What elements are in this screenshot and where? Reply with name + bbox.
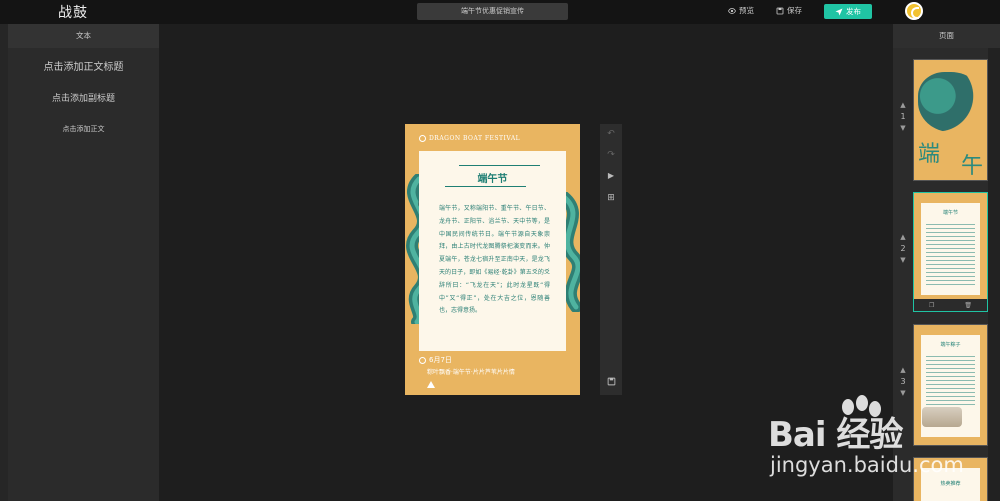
poster-subline[interactable]: 粽叶飘香·端午节·片片芦苇片片情	[427, 367, 515, 376]
dragon-illustration	[918, 72, 984, 132]
poster-header[interactable]: DRAGON BOAT FESTIVAL	[419, 135, 520, 142]
add-subtitle-text-button[interactable]: 点击添加副标题	[8, 91, 159, 104]
ring-icon	[419, 135, 426, 142]
save-page-icon[interactable]	[600, 377, 622, 388]
thumb-big-char-1: 端	[918, 142, 941, 167]
title-rule-top	[459, 165, 540, 166]
move-down-icon[interactable]: ▼	[896, 253, 910, 267]
editor-app: 战鼓 端午节优惠促销宣传 预览 保存 发布 文本 点击添加正文标题 点击添加副标…	[0, 0, 1000, 501]
add-title-text-button[interactable]: 点击添加正文标题	[8, 58, 159, 73]
page-2-controls: ▲ 2 ▼	[896, 230, 910, 267]
ring-icon	[419, 356, 426, 364]
document-title-input[interactable]: 端午节优惠促销宣传	[417, 3, 568, 20]
page-thumbnail-1[interactable]: 端 午	[913, 59, 988, 181]
thumb-title: 端午节	[942, 210, 958, 216]
publish-label: 发布	[846, 7, 861, 16]
page-number: 2	[900, 244, 906, 253]
thumb-text-lines	[926, 221, 975, 287]
thumb-title: 端午粽子	[940, 342, 961, 348]
move-up-icon[interactable]: ▲	[896, 98, 910, 112]
poster-text-card[interactable]: 端午节 端午节，又称端阳节、重午节、午日节、龙舟节、正阳节、浴兰节、天中节等，是…	[419, 151, 566, 351]
user-avatar[interactable]	[905, 2, 923, 20]
play-icon[interactable]: ▶	[600, 171, 622, 180]
add-body-text-button[interactable]: 点击添加正文	[8, 124, 159, 134]
thumb-action-bar: ❐ 🗑	[914, 299, 987, 311]
publish-button[interactable]: 发布	[824, 4, 872, 19]
eye-icon	[728, 7, 736, 14]
canvas-tool-column: ↶ ↷ ▶ ⊞	[600, 124, 622, 395]
preview-button[interactable]: 预览	[728, 5, 754, 16]
baidu-watermark: Bai 经验 jingyan.baidu.com	[768, 395, 964, 495]
grid-icon[interactable]: ⊞	[600, 193, 622, 203]
poster-body-text[interactable]: 端午节，又称端阳节、重午节、午日节、龙舟节、正阳节、浴兰节、天中节等，是中国民间…	[439, 203, 550, 318]
pages-panel-heading: 页面	[893, 24, 1000, 48]
move-up-icon[interactable]: ▲	[896, 363, 910, 377]
save-button[interactable]: 保存	[776, 5, 802, 16]
preview-label: 预览	[739, 6, 754, 15]
poster-top-text: DRAGON BOAT FESTIVAL	[429, 135, 521, 142]
poster-date-row[interactable]: 6月7日	[419, 355, 452, 365]
left-tool-strip	[0, 24, 8, 501]
floppy-icon	[607, 377, 615, 386]
trash-icon[interactable]: 🗑	[964, 302, 972, 309]
page-number: 1	[900, 112, 906, 121]
floppy-icon	[776, 7, 784, 14]
move-up-icon[interactable]: ▲	[896, 230, 910, 244]
pages-scrollbar[interactable]	[988, 48, 1000, 501]
page-thumbnail-2[interactable]: 端午节 ❐ 🗑	[913, 192, 988, 312]
save-label: 保存	[787, 6, 802, 15]
text-panel-heading: 文本	[8, 24, 159, 48]
triangle-icon	[427, 381, 435, 388]
app-logo[interactable]: 战鼓	[58, 2, 88, 22]
redo-icon[interactable]: ↷	[600, 150, 622, 160]
page-1-controls: ▲ 1 ▼	[896, 98, 910, 135]
send-icon	[835, 8, 843, 15]
poster-date: 6月7日	[429, 356, 452, 364]
watermark-url: jingyan.baidu.com	[770, 453, 964, 477]
thumb-big-char-2: 午	[961, 154, 984, 179]
poster-canvas[interactable]: DRAGON BOAT FESTIVAL 端午节 端午节，又称端阳节、重午节、午…	[405, 124, 580, 395]
move-down-icon[interactable]: ▼	[896, 121, 910, 135]
page-number: 3	[900, 377, 906, 386]
watermark-brand: Bai 经验	[768, 415, 903, 455]
title-rule-bottom	[445, 186, 526, 187]
undo-icon[interactable]: ↶	[600, 129, 622, 139]
top-bar: 战鼓 端午节优惠促销宣传 预览 保存 发布	[0, 0, 1000, 24]
poster-title[interactable]: 端午节	[419, 170, 566, 185]
copy-icon[interactable]: ❐	[929, 302, 934, 309]
thumb-card: 端午节	[921, 203, 980, 295]
